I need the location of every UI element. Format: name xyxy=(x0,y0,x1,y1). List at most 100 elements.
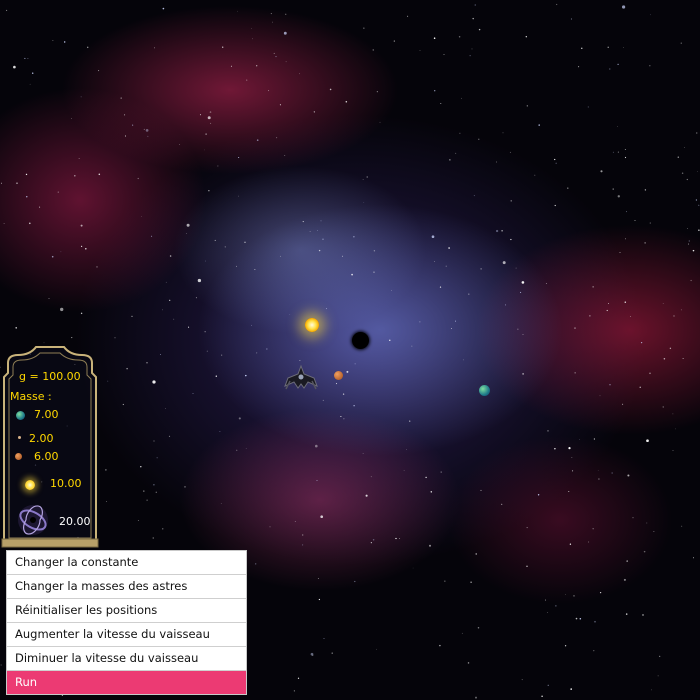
star xyxy=(478,138,480,140)
star xyxy=(547,611,549,613)
star xyxy=(440,471,442,473)
star xyxy=(146,499,148,501)
gravity-constant-label: g = 100.00 xyxy=(19,370,81,383)
star xyxy=(320,515,324,519)
orange-planet-icon xyxy=(334,371,343,380)
star xyxy=(256,352,258,354)
star xyxy=(154,47,156,49)
mass-row-earth: 7.00 xyxy=(12,407,96,427)
star xyxy=(646,522,648,524)
star xyxy=(124,114,126,116)
star xyxy=(366,176,368,178)
star xyxy=(25,173,28,176)
star xyxy=(639,386,641,388)
star xyxy=(649,372,651,375)
star xyxy=(256,139,259,141)
star xyxy=(451,327,452,329)
star xyxy=(624,238,627,240)
star xyxy=(126,367,128,370)
star xyxy=(520,291,522,293)
star xyxy=(471,48,473,50)
star xyxy=(60,251,62,253)
mass-value: 2.00 xyxy=(29,432,54,445)
star xyxy=(160,354,161,356)
star xyxy=(299,360,301,361)
star xyxy=(621,5,626,9)
star xyxy=(106,501,107,503)
star xyxy=(280,255,281,257)
star xyxy=(107,380,109,382)
star xyxy=(221,354,223,356)
orange-planet-icon xyxy=(15,453,22,460)
star xyxy=(688,243,689,245)
star xyxy=(673,315,675,317)
star xyxy=(598,478,600,480)
star xyxy=(646,439,649,443)
star xyxy=(204,260,206,262)
star xyxy=(505,304,507,306)
star xyxy=(469,55,471,57)
star xyxy=(26,196,28,198)
star xyxy=(467,662,470,664)
star xyxy=(624,149,626,150)
star xyxy=(545,283,547,284)
star xyxy=(419,321,421,323)
star xyxy=(293,690,296,692)
star xyxy=(318,249,321,252)
star xyxy=(162,528,164,530)
star xyxy=(0,664,2,666)
star xyxy=(331,652,333,654)
star xyxy=(430,491,433,493)
star xyxy=(391,290,392,291)
star xyxy=(114,337,116,339)
masse-label: Masse : xyxy=(10,390,52,403)
star xyxy=(285,61,287,63)
star xyxy=(599,591,602,594)
star xyxy=(273,52,275,54)
star xyxy=(521,281,525,284)
menu-item-increase-speed[interactable]: Augmenter la vitesse du vaisseau xyxy=(7,623,246,647)
star xyxy=(165,408,166,409)
star xyxy=(302,221,304,223)
star xyxy=(52,40,54,42)
small-dot-icon xyxy=(18,436,21,439)
star xyxy=(266,348,268,350)
star xyxy=(474,4,476,6)
star xyxy=(207,116,211,120)
menu-item-change-masses[interactable]: Changer la masses des astres xyxy=(7,575,246,599)
star xyxy=(480,268,482,270)
star xyxy=(206,350,208,352)
star xyxy=(78,158,80,159)
star xyxy=(39,206,41,208)
star xyxy=(379,121,381,123)
menu-item-change-constant[interactable]: Changer la constante xyxy=(7,551,246,575)
star xyxy=(569,543,572,545)
star xyxy=(626,560,628,562)
star xyxy=(632,517,634,519)
star xyxy=(27,58,29,60)
star xyxy=(86,46,89,49)
mass-row-black-hole: 20.00 xyxy=(12,501,96,537)
star xyxy=(345,100,348,103)
star xyxy=(275,56,277,58)
star xyxy=(625,613,628,615)
star xyxy=(623,46,624,48)
star xyxy=(681,172,684,175)
star xyxy=(663,357,666,360)
menu-item-reset-positions[interactable]: Réinitialiser les positions xyxy=(7,599,246,623)
star xyxy=(342,255,343,257)
star xyxy=(682,358,684,360)
mass-value: 6.00 xyxy=(34,450,59,463)
menu-item-run[interactable]: Run xyxy=(7,671,246,694)
star xyxy=(593,438,596,440)
star xyxy=(389,339,391,341)
star xyxy=(434,90,436,92)
star xyxy=(606,309,608,312)
star xyxy=(650,14,651,16)
menu-item-decrease-speed[interactable]: Diminuer la vitesse du vaisseau xyxy=(7,647,246,671)
star xyxy=(609,384,611,386)
star xyxy=(640,341,643,344)
star xyxy=(554,204,556,207)
star xyxy=(29,222,31,225)
star xyxy=(302,544,304,546)
